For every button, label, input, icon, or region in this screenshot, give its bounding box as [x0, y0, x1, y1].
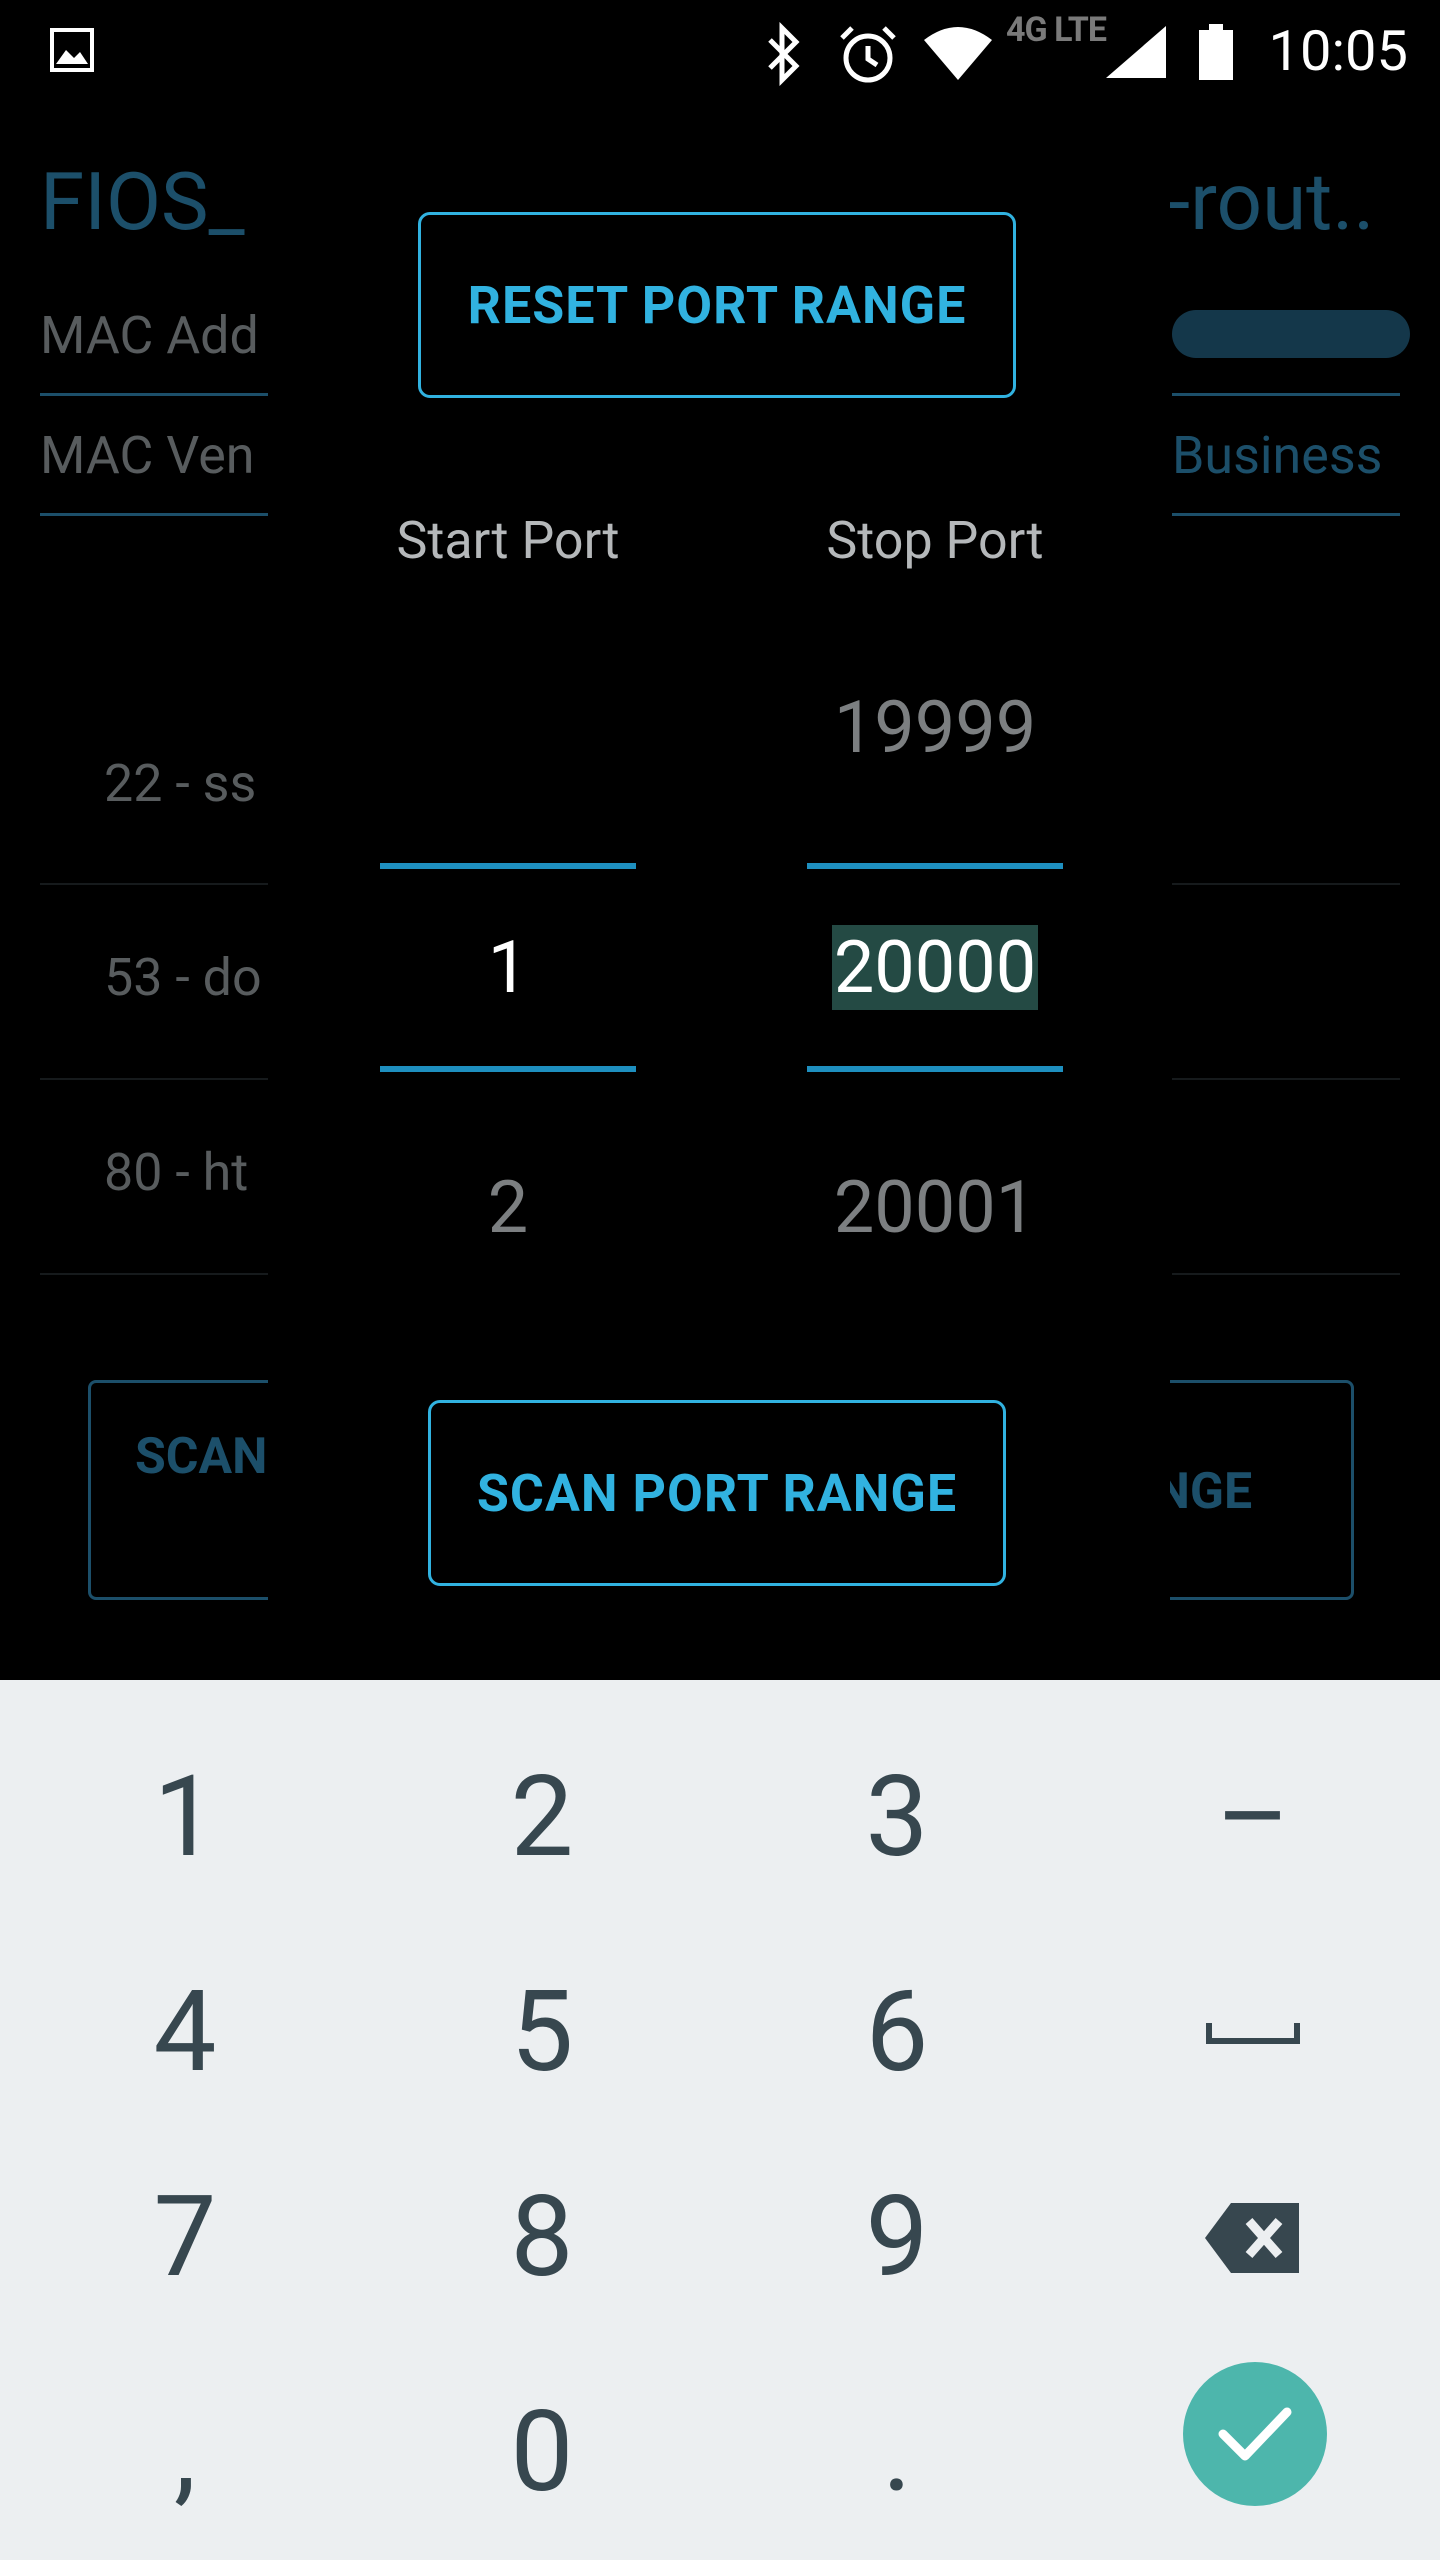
port-list-item[interactable]: 22 - ss — [104, 753, 256, 814]
divider — [40, 883, 268, 885]
scan-port-range-button[interactable]: SCAN PORT RANGE — [428, 1400, 1006, 1586]
port-list-item[interactable]: 53 - do — [104, 947, 262, 1008]
port-range-dialog: RESET PORT RANGE Start Port Stop Port 1 … — [268, 105, 1170, 1680]
start-port-label: Start Port — [396, 510, 620, 571]
picker-divider — [807, 1066, 1063, 1072]
picker-divider — [807, 863, 1063, 869]
key-8[interactable]: 8 — [362, 2130, 722, 2345]
divider — [1172, 1078, 1400, 1080]
stop-port-input[interactable]: 20000 — [805, 925, 1065, 1010]
key-minus[interactable]: – — [1073, 1710, 1433, 1925]
key-0[interactable]: 0 — [362, 2345, 722, 2560]
key-7[interactable]: 7 — [5, 2130, 365, 2345]
key-period[interactable]: . — [717, 2345, 1077, 2560]
divider — [1172, 1273, 1400, 1275]
key-2[interactable]: 2 — [362, 1710, 722, 1925]
wifi-icon — [924, 27, 992, 80]
backspace-icon — [1205, 2202, 1299, 2273]
key-space[interactable] — [1073, 1925, 1433, 2140]
reset-port-range-button[interactable]: RESET PORT RANGE — [418, 212, 1016, 398]
done-button[interactable] — [1183, 2362, 1327, 2506]
space-icon — [1206, 2022, 1300, 2044]
stop-port-next-value[interactable]: 20001 — [805, 1165, 1065, 1250]
key-1[interactable]: 1 — [5, 1710, 365, 1925]
divider — [40, 1273, 268, 1275]
bluetooth-icon — [768, 22, 800, 86]
mac-vendor-value: Business — [1172, 425, 1383, 486]
mac-vendor-label: MAC Ven — [40, 425, 255, 486]
stop-port-selected-text: 20000 — [831, 925, 1039, 1010]
divider — [40, 1078, 268, 1080]
battery-icon — [1199, 24, 1233, 80]
key-4[interactable]: 4 — [5, 1925, 365, 2140]
signal-strength-icon — [1106, 26, 1166, 78]
device-name-title: -rout.. — [1168, 155, 1375, 249]
divider — [40, 513, 268, 516]
picker-divider — [380, 1066, 636, 1072]
start-port-next-value[interactable]: 2 — [378, 1165, 638, 1250]
stop-port-label: Stop Port — [826, 510, 1044, 571]
start-port-input[interactable]: 1 — [378, 925, 638, 1010]
status-bar: 4G LTE 10:05 — [0, 0, 1440, 105]
divider — [1172, 513, 1400, 516]
picker-divider — [380, 863, 636, 869]
divider — [1172, 883, 1400, 885]
divider — [1172, 393, 1400, 396]
status-time: 10:05 — [1268, 18, 1408, 84]
key-9[interactable]: 9 — [717, 2130, 1077, 2345]
key-backspace[interactable] — [1073, 2130, 1433, 2345]
checkmark-icon — [1218, 2407, 1292, 2461]
key-5[interactable]: 5 — [362, 1925, 722, 2140]
key-comma[interactable]: , — [5, 2345, 365, 2560]
key-3[interactable]: 3 — [717, 1710, 1077, 1925]
network-type-label: 4G LTE — [1006, 10, 1107, 50]
mac-address-value-redacted — [1172, 310, 1410, 358]
alarm-icon — [840, 26, 896, 83]
scan-button-label: SCAN — [135, 1428, 268, 1486]
key-6[interactable]: 6 — [717, 1925, 1077, 2140]
mac-address-label: MAC Add — [40, 305, 259, 366]
image-notification-icon — [50, 28, 94, 72]
network-name-title: FIOS_ — [40, 155, 245, 249]
port-list-item[interactable]: 80 - ht — [104, 1142, 248, 1203]
stop-port-previous-value[interactable]: 19999 — [805, 685, 1065, 770]
divider — [40, 393, 268, 396]
